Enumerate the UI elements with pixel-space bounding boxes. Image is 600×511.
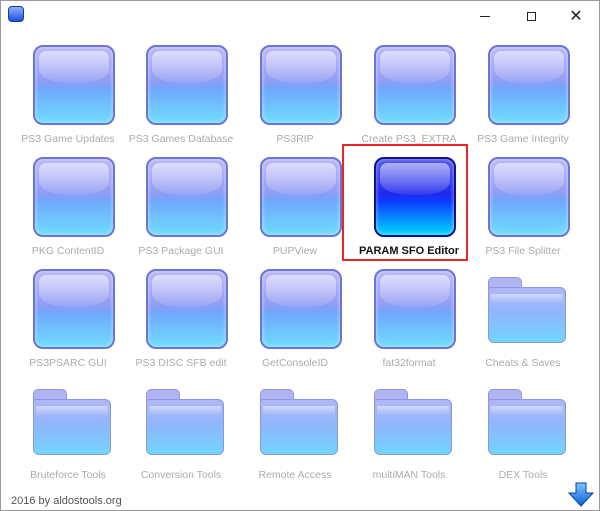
tool-button-icon[interactable]: [488, 45, 570, 125]
close-button[interactable]: ✕: [553, 1, 599, 31]
folder-icon[interactable]: [488, 277, 566, 343]
folder-body: [488, 399, 566, 455]
tool-button-icon[interactable]: [146, 269, 228, 349]
tile-remote-access[interactable]: Remote Access: [238, 369, 352, 481]
folder-icon[interactable]: [488, 389, 566, 455]
tile-dex-tools[interactable]: DEX Tools: [466, 369, 580, 481]
folder-body: [374, 399, 452, 455]
tile-ps3-game-updates[interactable]: PS3 Game Updates: [11, 33, 125, 145]
tile-getconsoleid[interactable]: GetConsoleID: [238, 257, 352, 369]
folder-body: [33, 399, 111, 455]
tile-label: Remote Access: [258, 469, 332, 481]
app-blue-orb-icon[interactable]: [8, 6, 24, 22]
tool-button-icon[interactable]: [33, 157, 115, 237]
tile-ps3-disc-sfb-edit[interactable]: PS3 DISC SFB edit: [124, 257, 238, 369]
tool-button-icon[interactable]: [146, 157, 228, 237]
tile-conversion-tools[interactable]: Conversion Tools: [124, 369, 238, 481]
tile-pupview[interactable]: PUPView: [238, 145, 352, 257]
tool-button-icon[interactable]: [374, 269, 456, 349]
footer-credit: 2016 by aldostools.org: [11, 495, 122, 507]
download-arrow-icon[interactable]: [567, 482, 595, 508]
tool-button-icon[interactable]: [260, 45, 342, 125]
tool-button-icon[interactable]: [260, 269, 342, 349]
tile-multiman-tools[interactable]: multiMAN Tools: [352, 369, 466, 481]
tile-label: Conversion Tools: [140, 469, 222, 481]
folder-body: [488, 287, 566, 343]
folder-body: [260, 399, 338, 455]
maximize-icon: [526, 11, 536, 21]
minimize-button[interactable]: [462, 1, 508, 31]
tool-button-icon[interactable]: [260, 157, 342, 237]
folder-icon[interactable]: [260, 389, 338, 455]
tool-button-icon[interactable]: [374, 157, 456, 237]
app-window: ✕ PS3 Game Updates PS3 Games Database PS3R…: [0, 0, 600, 511]
close-icon: ✕: [569, 6, 583, 25]
tile-ps3rip[interactable]: PS3RIP: [238, 33, 352, 145]
tile-bruteforce-tools[interactable]: Bruteforce Tools: [11, 369, 125, 481]
tile-ps3-package-gui[interactable]: PS3 Package GUI: [124, 145, 238, 257]
tile-label: Bruteforce Tools: [30, 469, 106, 481]
tile-ps3-games-database[interactable]: PS3 Games Database: [124, 33, 238, 145]
tile-cheats-saves[interactable]: Cheats & Saves: [466, 257, 580, 369]
tile-label: multiMAN Tools: [372, 469, 446, 481]
tile-label: DEX Tools: [498, 469, 548, 481]
maximize-button[interactable]: [508, 1, 554, 31]
folder-icon[interactable]: [374, 389, 452, 455]
tile-ps3-game-integrity[interactable]: PS3 Game Integrity: [466, 33, 580, 145]
folder-icon[interactable]: [33, 389, 111, 455]
tile-ps3-file-splitter[interactable]: PS3 File Splitter: [466, 145, 580, 257]
tool-button-icon[interactable]: [33, 45, 115, 125]
folder-body: [146, 399, 224, 455]
tool-button-icon[interactable]: [33, 269, 115, 349]
tile-param-sfo-editor[interactable]: PARAM SFO Editor: [352, 145, 466, 257]
tile-pkg-contentid[interactable]: PKG ContentID: [11, 145, 125, 257]
tile-fat32format[interactable]: fat32format: [352, 257, 466, 369]
tile-create-ps3-extra[interactable]: Create PS3_EXTRA: [352, 33, 466, 145]
minimize-icon: [480, 15, 490, 17]
tool-button-icon[interactable]: [374, 45, 456, 125]
tool-button-icon[interactable]: [488, 157, 570, 237]
tool-button-icon[interactable]: [146, 45, 228, 125]
tile-ps3psarc-gui[interactable]: PS3PSARC GUI: [11, 257, 125, 369]
folder-icon[interactable]: [146, 389, 224, 455]
title-bar[interactable]: ✕: [1, 1, 599, 31]
